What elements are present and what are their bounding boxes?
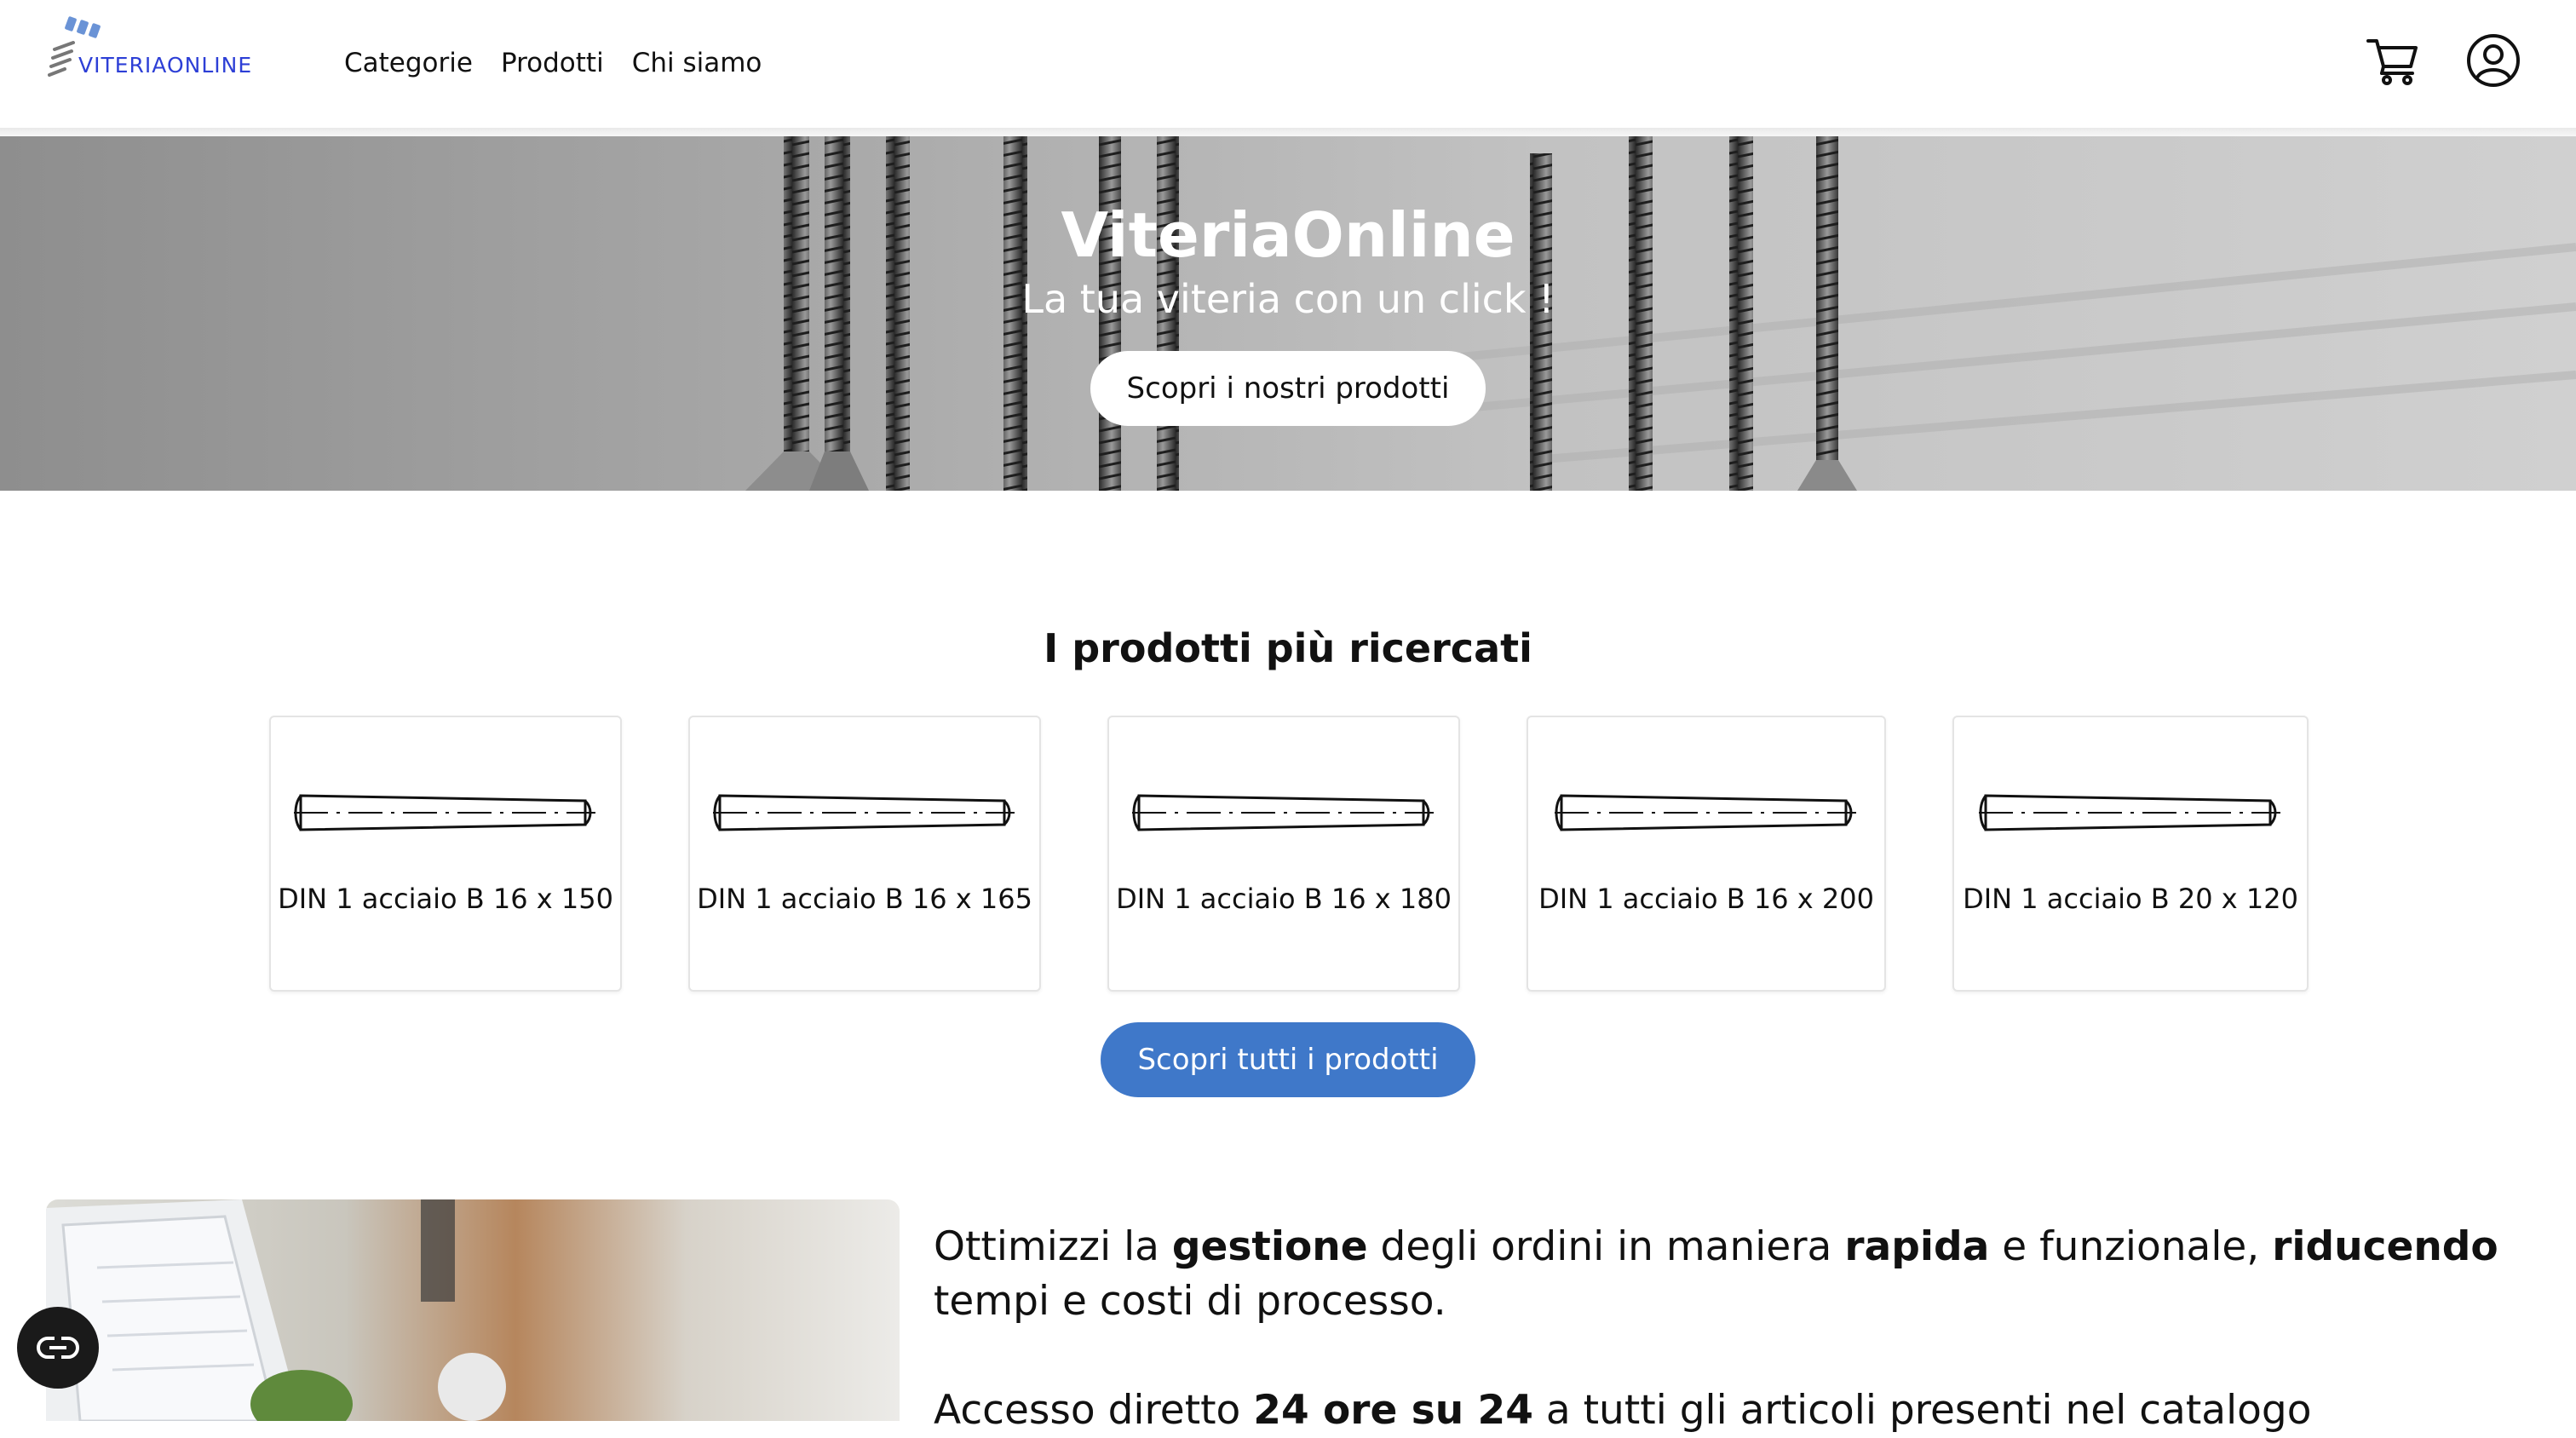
discover-products-button[interactable]: Scopri i nostri prodotti — [1090, 351, 1486, 426]
office-laptop-image — [46, 1199, 900, 1421]
product-card[interactable]: DIN 1 acciaio B 16 x 200 — [1527, 716, 1886, 992]
main-nav: Categorie Prodotti Chi siamo — [344, 48, 762, 78]
product-card[interactable]: DIN 1 acciaio B 16 x 150 — [269, 716, 622, 992]
text-bold: 24 ore su 24 — [1253, 1387, 1533, 1434]
cart-icon[interactable] — [2365, 32, 2419, 87]
info-paragraph-1: Ottimizzi la gestione degli ordini in ma… — [934, 1220, 2535, 1329]
text-bold: gestione — [1171, 1223, 1368, 1270]
product-card[interactable]: DIN 1 acciaio B 16 x 165 — [688, 716, 1041, 992]
hero-banner: ViteriaOnline La tua viteria con un clic… — [0, 136, 2576, 491]
text: tempi e costi di processo. — [934, 1278, 1446, 1325]
product-name: DIN 1 acciaio B 20 x 120 — [1963, 883, 2298, 915]
text: degli ordini in maniera — [1367, 1223, 1845, 1270]
info-paragraph-2: Accesso diretto 24 ore su 24 a tutti gli… — [934, 1383, 2535, 1438]
product-name: DIN 1 acciaio B 16 x 165 — [697, 883, 1032, 915]
accessibility-icon — [37, 1337, 79, 1359]
text: a tutti gli articoli presenti nel catalo… — [1532, 1387, 2312, 1434]
pin-drawing-icon — [713, 794, 1015, 831]
hero-title: ViteriaOnline — [1061, 199, 1515, 271]
text-bold: rapida — [1844, 1223, 1990, 1270]
nav-chi-siamo[interactable]: Chi siamo — [632, 48, 762, 78]
nav-categorie[interactable]: Categorie — [344, 48, 473, 78]
logo-text: VITERIAONLINE — [78, 53, 253, 78]
accessibility-button[interactable] — [17, 1307, 99, 1389]
site-header: VITERIAONLINE Categorie Prodotti Chi sia… — [0, 0, 2576, 128]
pin-drawing-icon — [1132, 794, 1434, 831]
product-name: DIN 1 acciaio B 16 x 150 — [278, 883, 613, 915]
product-card[interactable]: DIN 1 acciaio B 20 x 120 — [1952, 716, 2309, 992]
text-bold: riducendo — [2272, 1223, 2498, 1270]
product-card[interactable]: DIN 1 acciaio B 16 x 180 — [1107, 716, 1460, 992]
product-name: DIN 1 acciaio B 16 x 200 — [1538, 883, 1874, 915]
text: Ottimizzi la — [934, 1223, 1172, 1270]
pin-drawing-icon — [1979, 794, 2280, 831]
text: e funzionale, — [1989, 1223, 2273, 1270]
nav-prodotti[interactable]: Prodotti — [501, 48, 604, 78]
discover-all-products-button[interactable]: Scopri tutti i prodotti — [1101, 1022, 1475, 1097]
section-title-popular: I prodotti più ricercati — [1044, 625, 1532, 671]
pin-drawing-icon — [294, 794, 595, 831]
header-divider — [0, 128, 2576, 136]
text: Accesso diretto — [934, 1387, 1254, 1434]
user-circle-icon[interactable] — [2465, 32, 2521, 89]
pin-drawing-icon — [1555, 794, 1856, 831]
hero-subtitle: La tua viteria con un click ! — [1021, 276, 1555, 322]
product-name: DIN 1 acciaio B 16 x 180 — [1116, 883, 1452, 915]
site-logo[interactable]: VITERIAONLINE — [48, 12, 303, 80]
